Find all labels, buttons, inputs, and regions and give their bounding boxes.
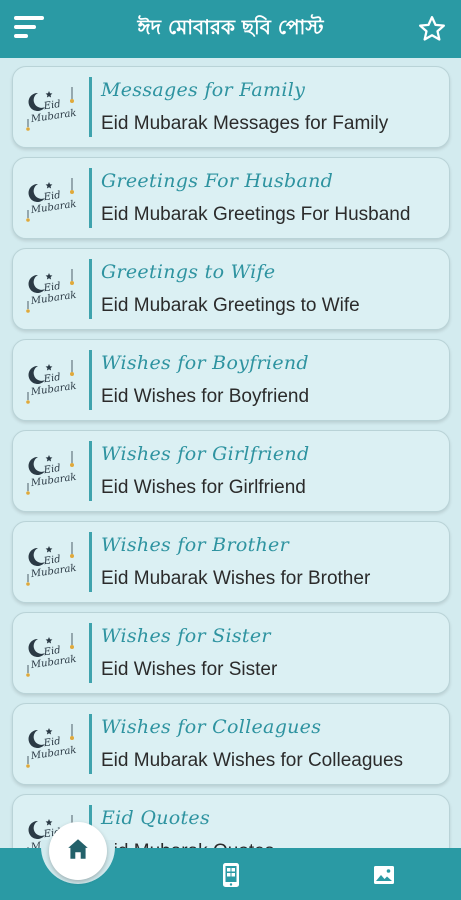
- card-divider: [89, 441, 92, 501]
- star-outline-icon[interactable]: [417, 14, 447, 44]
- card-title: Wishes for Brother: [101, 534, 289, 556]
- card-divider: [89, 168, 92, 228]
- card-divider: [89, 259, 92, 319]
- card-title: Greetings For Husband: [101, 170, 334, 192]
- list-item[interactable]: Eid Mubarak Messages for Family Eid Muba…: [12, 66, 450, 148]
- card-divider: [89, 714, 92, 774]
- image-gallery-icon[interactable]: [371, 862, 397, 888]
- eid-mubarak-thumbnail: Eid Mubarak: [17, 252, 87, 326]
- card-divider: [89, 350, 92, 410]
- list-item[interactable]: Eid Mubarak Wishes for Girlfriend Eid Wi…: [12, 430, 450, 512]
- list-item[interactable]: Eid Mubarak Greetings For Husband Eid Mu…: [12, 157, 450, 239]
- home-icon: [65, 836, 91, 867]
- card-divider: [89, 623, 92, 683]
- card-subtitle: Eid Wishes for Sister: [101, 659, 278, 680]
- card-subtitle: Eid Mubarak Greetings For Husband: [101, 204, 411, 225]
- card-divider: [89, 532, 92, 592]
- list-item[interactable]: Eid Mubarak Greetings to Wife Eid Mubara…: [12, 248, 450, 330]
- card-title: Wishes for Colleagues: [101, 716, 322, 738]
- card-subtitle: Eid Wishes for Girlfriend: [101, 477, 306, 498]
- list-item[interactable]: Eid Mubarak Wishes for Boyfriend Eid Wis…: [12, 339, 450, 421]
- list-item[interactable]: Eid Mubarak Wishes for Sister Eid Wishes…: [12, 612, 450, 694]
- app-title: ঈদ মোবারক ছবি পোস্ট: [137, 14, 324, 39]
- eid-mubarak-thumbnail: Eid Mubarak: [17, 616, 87, 690]
- card-title: Eid Quotes: [101, 807, 211, 829]
- eid-mubarak-thumbnail: Eid Mubarak: [17, 434, 87, 508]
- eid-mubarak-thumbnail: Eid Mubarak: [17, 707, 87, 781]
- list-item[interactable]: Eid Mubarak Wishes for Colleagues Eid Mu…: [12, 703, 450, 785]
- card-subtitle: Eid Mubarak Wishes for Brother: [101, 568, 371, 589]
- eid-mubarak-thumbnail: Eid Mubarak: [17, 525, 87, 599]
- home-button[interactable]: [49, 822, 107, 880]
- eid-mubarak-thumbnail: Eid Mubarak: [17, 343, 87, 417]
- category-list[interactable]: Eid Mubarak Messages for Family Eid Muba…: [0, 58, 461, 848]
- card-subtitle: Eid Mubarak Greetings to Wife: [101, 295, 360, 316]
- phone-apps-icon[interactable]: [218, 862, 244, 888]
- card-subtitle: Eid Wishes for Boyfriend: [101, 386, 310, 407]
- card-title: Greetings to Wife: [101, 261, 276, 283]
- card-subtitle: Eid Mubarak Wishes for Colleagues: [101, 750, 404, 771]
- eid-mubarak-thumbnail: Eid Mubarak: [17, 161, 87, 235]
- card-title: Wishes for Boyfriend: [101, 352, 309, 374]
- hamburger-menu-icon[interactable]: [14, 16, 46, 42]
- card-divider: [89, 77, 92, 137]
- card-subtitle: Eid Mubarak Messages for Family: [101, 113, 389, 134]
- card-subtitle: Eid Mubarak Quotes: [101, 841, 274, 848]
- app-bar: ঈদ মোবারক ছবি পোস্ট: [0, 0, 461, 58]
- list-item[interactable]: Eid Mubarak Wishes for Brother Eid Mubar…: [12, 521, 450, 603]
- card-title: Wishes for Sister: [101, 625, 271, 647]
- card-title: Wishes for Girlfriend: [101, 443, 310, 465]
- eid-mubarak-thumbnail: Eid Mubarak: [17, 70, 87, 144]
- card-title: Messages for Family: [101, 79, 306, 101]
